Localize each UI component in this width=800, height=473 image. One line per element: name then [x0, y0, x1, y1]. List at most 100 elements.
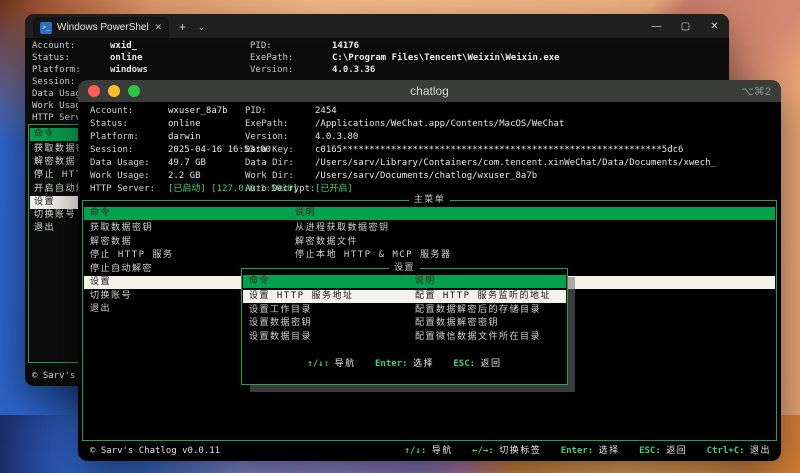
menu-command: 设置 HTTP 服务地址	[249, 290, 354, 301]
menu-description: 解密数据文件	[295, 236, 359, 247]
main-menu-header-row: 命令 说明	[84, 207, 775, 220]
info-value: 4.0.3.80	[315, 132, 359, 142]
settings-modal-title: 设置	[242, 262, 567, 274]
window-shortcut-badge: ⌥⌘2	[741, 85, 771, 98]
column-header-description: 说明	[415, 276, 437, 286]
info-row: Work Usage: 2.2 GB Work Dir: /Users/sarv/Do…	[78, 170, 781, 182]
info-row: Platform: darwin Version: 4.0.3.80	[78, 131, 781, 143]
info-value: /Users/sarv/Documents/chatlog/wxuser_8a7…	[315, 171, 538, 181]
settings-row[interactable]: 设置数据密钥 配置数据解密密钥	[243, 317, 566, 330]
settings-header-row: 命令 说明	[243, 275, 566, 288]
column-header-command: 命令	[249, 276, 271, 286]
hint-label: 导航	[334, 359, 356, 369]
main-menu-title: 主菜单	[83, 194, 776, 206]
info-value: windows	[110, 65, 148, 75]
info-value: online	[168, 119, 201, 129]
info-label: Version:	[245, 132, 289, 142]
menu-command: 停止 HTTP 服务	[90, 250, 174, 260]
copyright-version: © Sarv's Chatlog v0.0.11	[90, 446, 221, 456]
windows-terminal-titlebar[interactable]: >_ Windows PowerShell ✕ + ⌄ — ▢ ✕	[25, 14, 729, 38]
info-row: Account: wxuser_8a7b PID: 2454	[78, 105, 781, 117]
info-value: 49.7 GB	[168, 158, 206, 168]
chatlog-titlebar[interactable]: chatlog ⌥⌘2	[78, 80, 781, 102]
info-label: Platform:	[32, 65, 81, 75]
hint-label: 退出	[749, 446, 771, 456]
nav-keys-hint: ↑/↓:	[404, 446, 427, 456]
info-value: C:\Program Files\Tencent\Weixin\Weixin.e…	[332, 53, 560, 63]
menu-row[interactable]: 停止 HTTP 服务 停止本地 HTTP & MCP 服务器	[84, 249, 775, 262]
info-label: PID:	[245, 106, 267, 116]
menu-command: 设置数据密钥	[249, 318, 313, 328]
info-label: Version:	[250, 65, 294, 75]
menu-command: 获取数据密钥	[90, 223, 154, 233]
settings-row[interactable]: 设置工作目录 配置数据解密后的存储目录	[243, 304, 566, 317]
tab-switch-keys-hint: ←/→:	[472, 446, 494, 456]
info-row: Status: online ExePath: C:\Program Files\Te…	[25, 52, 729, 64]
info-row: Status: online ExePath: /Applications/WeCha…	[78, 118, 781, 130]
menu-description: 从进程获取数据密钥	[295, 223, 390, 233]
info-label: Account:	[32, 41, 76, 51]
tab-windows-powershell[interactable]: >_ Windows PowerShell ✕	[33, 17, 169, 38]
info-label: Data Key:	[245, 145, 294, 155]
info-label: Status:	[90, 119, 128, 129]
column-header-description: 说明	[295, 208, 317, 218]
info-row: Data Usage: 49.7 GB Data Dir: /Users/sarv/L…	[78, 157, 781, 169]
hint-label: 返回	[480, 359, 502, 369]
hint-label: 选择	[412, 359, 434, 369]
info-value: /Applications/WeChat.app/Contents/MacOS/…	[315, 119, 565, 129]
info-label: PID:	[250, 41, 272, 51]
tab-close-icon[interactable]: ✕	[154, 22, 162, 33]
menu-command: 解密数据	[90, 236, 133, 247]
menu-row[interactable]: 获取数据密钥 从进程获取数据密钥	[84, 222, 775, 235]
info-value: 2.2 GB	[168, 171, 201, 181]
minimize-button[interactable]: —	[642, 21, 671, 32]
info-label: Account:	[90, 106, 134, 116]
info-value: wxid_	[110, 41, 138, 51]
menu-command: 退出	[90, 304, 112, 314]
esc-key-hint: ESC:	[453, 359, 476, 369]
status-bar: © Sarv's Chatlog v0.0.11 ↑/↓: 导航 ←/→: 切换…	[78, 443, 781, 459]
maximize-button[interactable]: ▢	[671, 21, 700, 32]
info-value: online	[110, 53, 143, 63]
new-tab-button[interactable]: +	[179, 20, 186, 34]
nav-keys-hint: ↑/↓:	[307, 359, 330, 369]
enter-key-hint: Enter:	[560, 446, 594, 456]
info-value: /Users/sarv/Library/Containers/com.tence…	[315, 158, 716, 168]
settings-row[interactable]: 设置数据目录 配置微信数据文件所在目录	[243, 331, 566, 344]
chatlog-terminal-content: Account: wxuser_8a7b PID: 2454 Status: onlin…	[78, 102, 781, 461]
menu-description: 配置数据解密密钥	[415, 318, 500, 328]
enter-key-hint: Enter:	[375, 359, 408, 369]
menu-description: 配置微信数据文件所在目录	[415, 331, 542, 342]
info-label: Data Dir:	[245, 158, 294, 168]
info-label: Session:	[32, 77, 76, 87]
tab-dropdown-icon[interactable]: ⌄	[198, 23, 205, 32]
info-row: Session: 2025-04-16 16:53:00 Data Key: c016…	[78, 144, 781, 156]
info-value: 14176	[332, 41, 360, 51]
key-hints: ↑/↓: 导航 ←/→: 切换标签 Enter: 选择 ESC: 返回 Ctrl…	[405, 445, 771, 457]
info-value: 2454	[315, 106, 337, 116]
menu-command: 设置工作目录	[249, 304, 313, 315]
info-value: wxuser_8a7b	[168, 106, 228, 116]
window-controls: — ▢ ✕	[642, 14, 729, 38]
settings-row-selected[interactable]: 设置 HTTP 服务地址 配置 HTTP 服务监听的地址	[243, 289, 566, 303]
menu-command: 设置数据目录	[249, 331, 313, 342]
chatlog-terminal-window[interactable]: chatlog ⌥⌘2 Account: wxuser_8a7b PID: 2454 …	[78, 80, 781, 461]
menu-description: 配置 HTTP 服务监听的地址	[415, 290, 552, 301]
menu-command: 切换账号	[90, 290, 133, 301]
settings-modal: 设置 命令 说明 设置 HTTP 服务地址 配置 HTTP 服务监听的地址 设置工作…	[241, 263, 568, 385]
powershell-icon: >_	[40, 21, 52, 34]
hint-label: 选择	[598, 446, 620, 456]
desktop: { "powershell_window": { "tab_title": "W…	[0, 0, 800, 473]
ctrl-c-key-hint: Ctrl+C:	[706, 446, 745, 456]
info-label: Platform:	[90, 132, 139, 142]
menu-command: 设置	[90, 277, 112, 287]
info-value: c0165***********************************…	[315, 145, 684, 155]
menu-description: 配置数据解密后的存储目录	[415, 304, 542, 315]
info-label: Session:	[90, 145, 134, 155]
close-button[interactable]: ✕	[700, 21, 729, 32]
modal-key-hints: ↑/↓: 导航 Enter: 选择 ESC: 返回	[242, 358, 567, 370]
column-header-command: 命令	[90, 208, 112, 218]
info-label: Work Dir:	[245, 171, 294, 181]
info-label: ExePath:	[245, 119, 289, 129]
menu-row[interactable]: 解密数据 解密数据文件	[84, 236, 775, 249]
